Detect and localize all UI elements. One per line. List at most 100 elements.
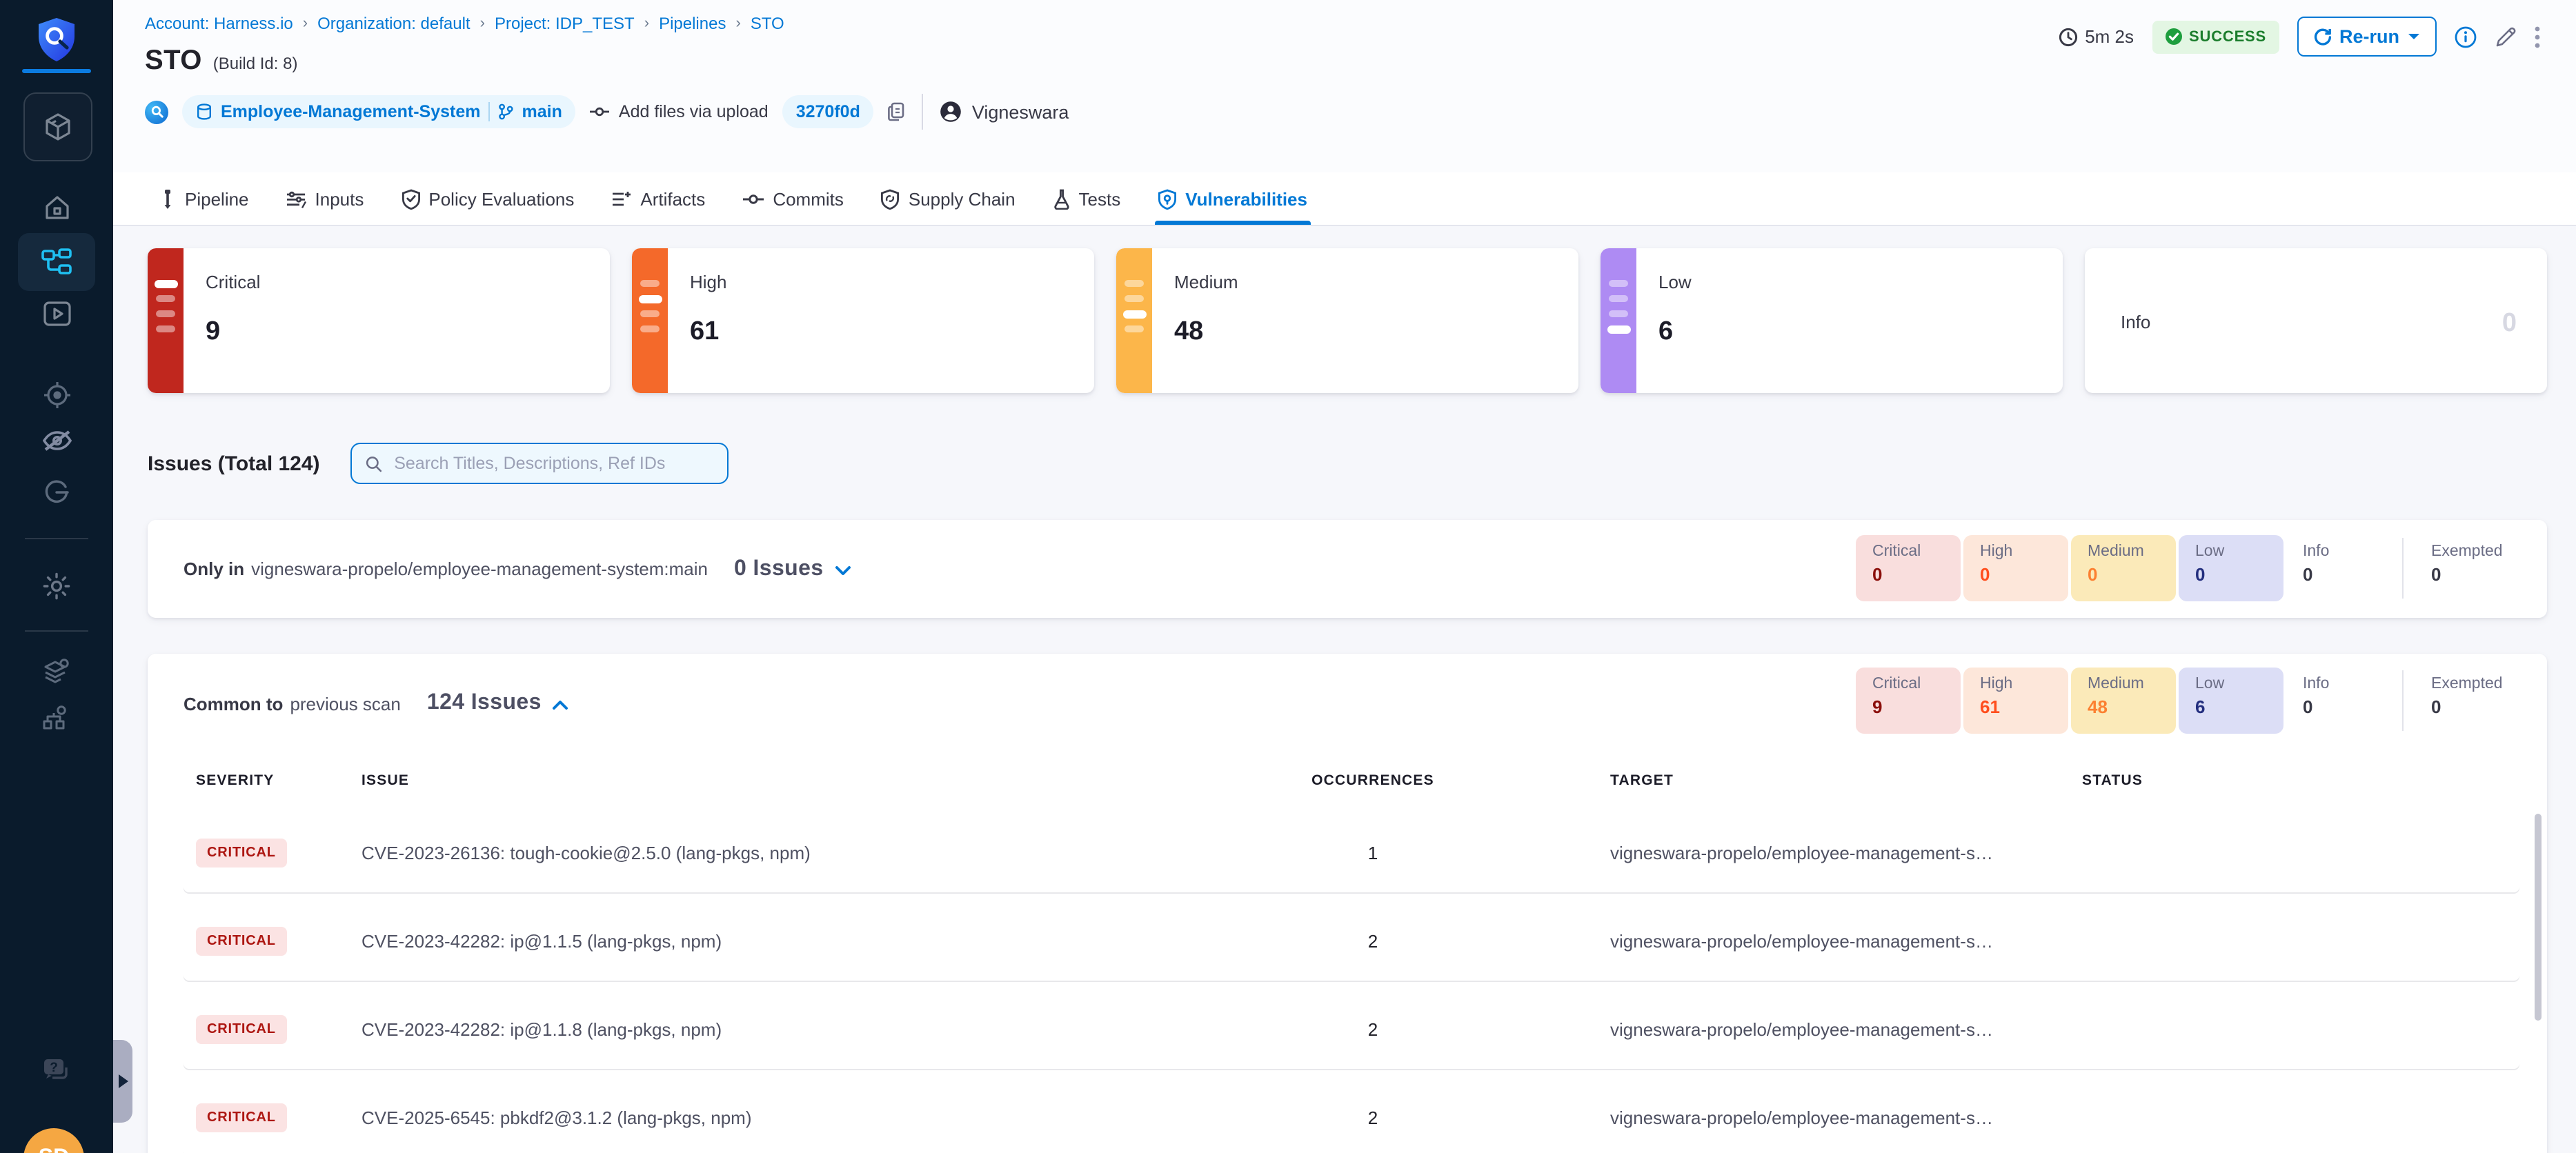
- issue-title: CVE-2023-42282: ip@1.1.8 (lang-pkgs, npm…: [361, 1019, 1214, 1040]
- nav-active-module-indicator: [22, 69, 91, 73]
- pill-exempted: Exempted0: [2415, 535, 2519, 601]
- pill-info: Info0: [2286, 668, 2391, 734]
- refresh-icon: [2313, 28, 2331, 46]
- pill-exempted: Exempted0: [2415, 668, 2519, 734]
- table-row[interactable]: CRITICAL CVE-2025-6545: pbkdf2@3.1.2 (la…: [184, 1079, 2519, 1153]
- severity-card-high: High 61: [632, 248, 1094, 393]
- target-name: vigneswara-propelo/employee-management-s…: [1532, 1107, 2056, 1128]
- breadcrumb-separator: ›: [480, 15, 485, 32]
- pill-critical: Critical0: [1856, 535, 1961, 601]
- copy-icon[interactable]: [888, 102, 906, 121]
- duration: 5m 2s: [2059, 26, 2134, 47]
- col-header-status: STATUS: [2056, 772, 2519, 789]
- commit-sha-pill[interactable]: 3270f0d: [782, 95, 874, 128]
- table-row[interactable]: CRITICAL CVE-2023-26136: tough-cookie@2.…: [184, 814, 2519, 892]
- sidebar-expand-handle[interactable]: [113, 1040, 132, 1123]
- severity-gauge-high: [632, 248, 668, 393]
- breadcrumb-project[interactable]: Project: IDP_TEST: [495, 14, 635, 33]
- artifacts-icon: [611, 190, 632, 208]
- user-avatar[interactable]: SD: [23, 1128, 84, 1153]
- breadcrumb-separator: ›: [644, 15, 649, 32]
- repo-branch-pill[interactable]: Employee-Management-System main: [182, 95, 576, 128]
- nav-exit-module-icon[interactable]: [0, 479, 113, 506]
- user-icon: [940, 101, 962, 123]
- left-nav-sidebar: ? SD: [0, 0, 113, 1153]
- severity-card-value: 6: [1658, 317, 1673, 348]
- commit-message: Add files via upload: [590, 102, 769, 121]
- info-icon[interactable]: [2455, 26, 2477, 48]
- group-prefix: Only in: [184, 559, 244, 579]
- tab-tests[interactable]: Tests: [1053, 172, 1121, 225]
- occurrences-count: 2: [1214, 1019, 1532, 1040]
- table-row[interactable]: CRITICAL CVE-2023-42282: ip@1.1.8 (lang-…: [184, 990, 2519, 1069]
- breadcrumb-account[interactable]: Account: Harness.io: [145, 14, 293, 33]
- severity-card-label: High: [690, 272, 727, 292]
- caret-down-icon: [2408, 32, 2420, 41]
- col-header-occurrences: OCCURRENCES: [1214, 772, 1532, 789]
- pill-info: Info0: [2286, 535, 2391, 601]
- severity-badge: CRITICAL: [196, 1015, 287, 1044]
- pill-high: High0: [1963, 535, 2068, 601]
- severity-badge: CRITICAL: [196, 1103, 287, 1132]
- help-chat-icon[interactable]: ?: [0, 1056, 113, 1087]
- search-icon: [366, 454, 382, 472]
- rerun-button[interactable]: Re-run: [2297, 17, 2437, 57]
- commit-sha: 3270f0d: [796, 102, 860, 121]
- severity-card-label: Critical: [206, 272, 260, 292]
- nav-account-org-icon[interactable]: [0, 705, 113, 732]
- occurrences-count: 2: [1214, 931, 1532, 952]
- search-input[interactable]: [391, 452, 713, 474]
- severity-gauge-medium: [1116, 248, 1152, 393]
- nav-executions-icon[interactable]: [0, 301, 113, 327]
- nav-targets-icon[interactable]: [0, 381, 113, 410]
- nav-home-icon[interactable]: [0, 193, 113, 222]
- sto-shield-logo-icon[interactable]: [0, 17, 113, 63]
- pill-divider: [489, 102, 491, 121]
- tab-inputs[interactable]: Inputs: [286, 172, 364, 225]
- breadcrumb-pipeline-name[interactable]: STO: [751, 14, 784, 33]
- nav-settings-gear-icon[interactable]: [0, 571, 113, 601]
- pipeline-icon: [159, 188, 177, 209]
- tab-pipeline[interactable]: Pipeline: [159, 172, 249, 225]
- edit-pencil-icon[interactable]: [2495, 26, 2517, 48]
- issue-title: CVE-2023-26136: tough-cookie@2.5.0 (lang…: [361, 843, 1214, 863]
- chevron-down-icon[interactable]: [835, 565, 851, 576]
- group-severity-pills: Critical0 High0 Medium0 Low0 Info0 Exemp…: [1853, 535, 2519, 601]
- table-row[interactable]: CRITICAL CVE-2023-42282: ip@1.1.5 (lang-…: [184, 902, 2519, 981]
- table-scrollbar-thumb[interactable]: [2535, 814, 2542, 1021]
- active-tab-underline: [1155, 221, 1310, 225]
- issues-search-box[interactable]: [350, 443, 729, 484]
- nav-eye-off-icon[interactable]: [0, 429, 113, 452]
- author-name: Vigneswara: [972, 101, 1069, 122]
- issues-table-header: SEVERITY ISSUE OCCURRENCES TARGET STATUS: [184, 772, 2519, 789]
- chevron-up-icon[interactable]: [553, 699, 569, 710]
- severity-card-value: 48: [1174, 317, 1203, 348]
- group-scope: previous scan: [290, 693, 400, 714]
- module-cube-button[interactable]: [23, 92, 92, 161]
- nav-project-layers-icon[interactable]: [0, 658, 113, 685]
- tab-commits[interactable]: Commits: [742, 172, 844, 225]
- severity-badge: CRITICAL: [196, 839, 287, 868]
- breadcrumb-organization[interactable]: Organization: default: [317, 14, 470, 33]
- tab-policy-evaluations[interactable]: Policy Evaluations: [401, 172, 574, 225]
- tab-vulnerabilities[interactable]: Vulnerabilities: [1158, 172, 1307, 225]
- tab-artifacts[interactable]: Artifacts: [611, 172, 705, 225]
- nav-divider: [25, 630, 88, 632]
- issue-title: CVE-2023-42282: ip@1.1.5 (lang-pkgs, npm…: [361, 931, 1214, 952]
- main-area: Account: Harness.io › Organization: defa…: [113, 0, 2576, 1153]
- severity-gauge-low: [1601, 248, 1636, 393]
- branch-name: main: [522, 102, 562, 121]
- breadcrumb-pipelines[interactable]: Pipelines: [659, 14, 726, 33]
- target-name: vigneswara-propelo/employee-management-s…: [1532, 843, 2056, 863]
- severity-card-label: Info: [2121, 312, 2150, 332]
- kebab-menu-icon[interactable]: [2535, 26, 2540, 48]
- nav-pipelines-active[interactable]: [18, 233, 95, 291]
- issue-title: CVE-2025-6545: pbkdf2@3.1.2 (lang-pkgs, …: [361, 1107, 1214, 1128]
- tab-supply-chain[interactable]: Supply Chain: [881, 172, 1015, 225]
- page-title: STO: [145, 46, 202, 77]
- severity-badge: CRITICAL: [196, 927, 287, 956]
- pill-divider: [2402, 538, 2404, 599]
- supply-chain-icon: [881, 188, 900, 209]
- col-header-issue: ISSUE: [361, 772, 1214, 789]
- occurrences-count: 1: [1214, 843, 1532, 863]
